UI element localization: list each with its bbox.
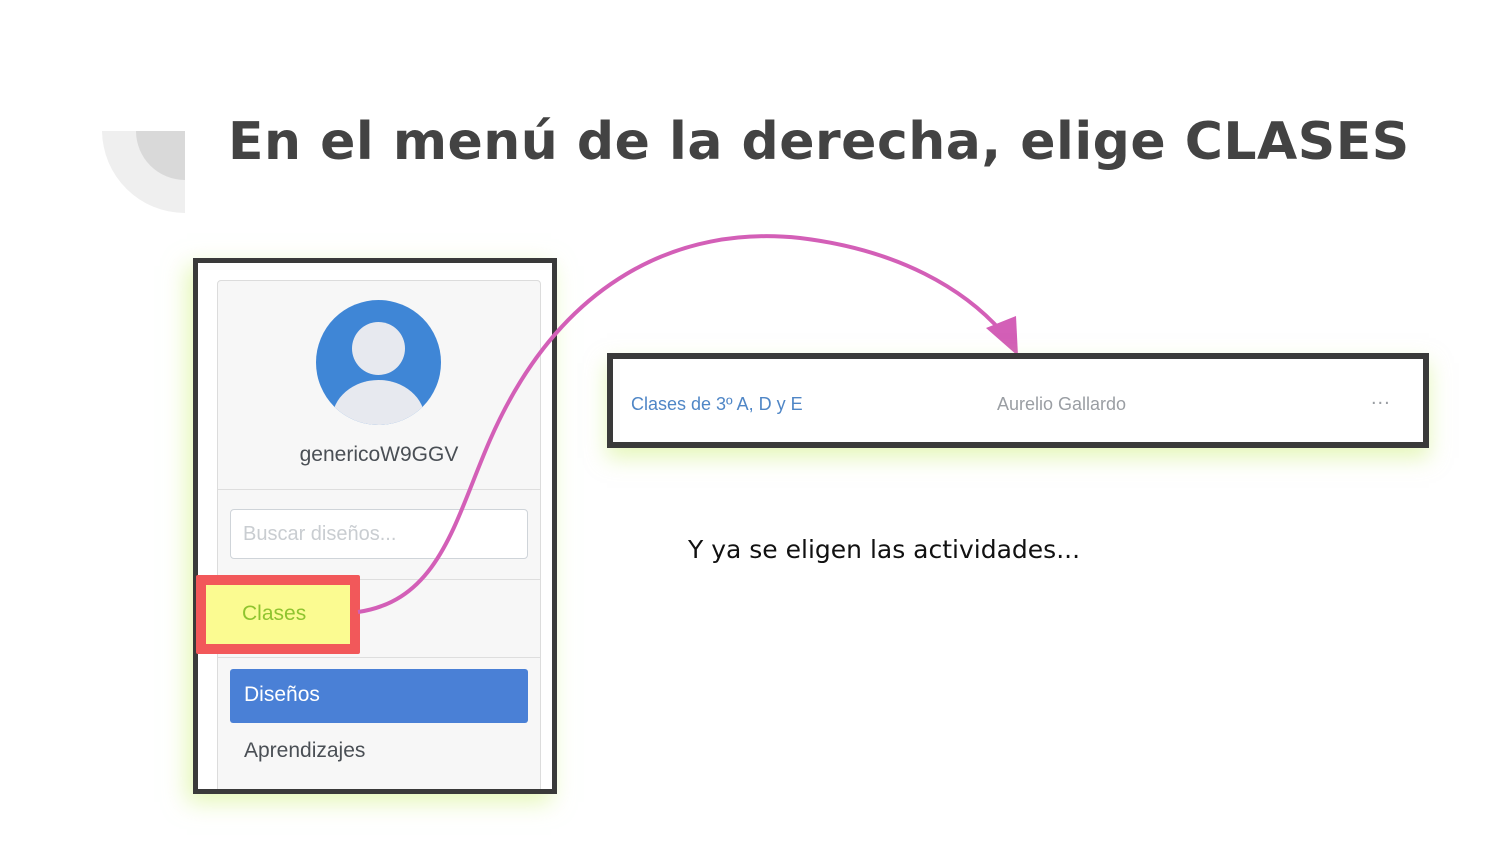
sidebar-item-clases[interactable]: Clases bbox=[196, 575, 360, 654]
sidebar-card: genericoW9GGV Diseños Aprendizajes bbox=[217, 280, 541, 792]
instruction-note: Y ya se eligen las actividades... bbox=[688, 535, 1081, 564]
sidebar-item-aprendizajes[interactable]: Aprendizajes bbox=[244, 739, 365, 763]
sidebar-item-label: Clases bbox=[242, 602, 307, 625]
more-options-icon[interactable]: ... bbox=[1371, 387, 1391, 410]
class-name-link[interactable]: Clases de 3º A, D y E bbox=[631, 394, 803, 415]
teacher-name: Aurelio Gallardo bbox=[997, 394, 1127, 414]
avatar-head bbox=[352, 322, 405, 375]
divider bbox=[218, 657, 540, 658]
sidebar-screenshot: genericoW9GGV Diseños Aprendizajes bbox=[193, 258, 557, 794]
slide-title: En el menú de la derecha, elige CLASES bbox=[228, 112, 1410, 172]
sidebar-item-disenos[interactable]: Diseños bbox=[230, 669, 528, 723]
avatar-body bbox=[332, 380, 425, 425]
divider bbox=[218, 489, 540, 490]
divider bbox=[218, 791, 540, 792]
decorative-corner-shape bbox=[102, 131, 185, 213]
user-avatar-icon[interactable] bbox=[316, 300, 441, 425]
username: genericoW9GGV bbox=[299, 443, 459, 466]
search-input[interactable] bbox=[230, 509, 528, 559]
class-row-screenshot: Clases de 3º A, D y E Aurelio Gallardo .… bbox=[607, 353, 1429, 448]
